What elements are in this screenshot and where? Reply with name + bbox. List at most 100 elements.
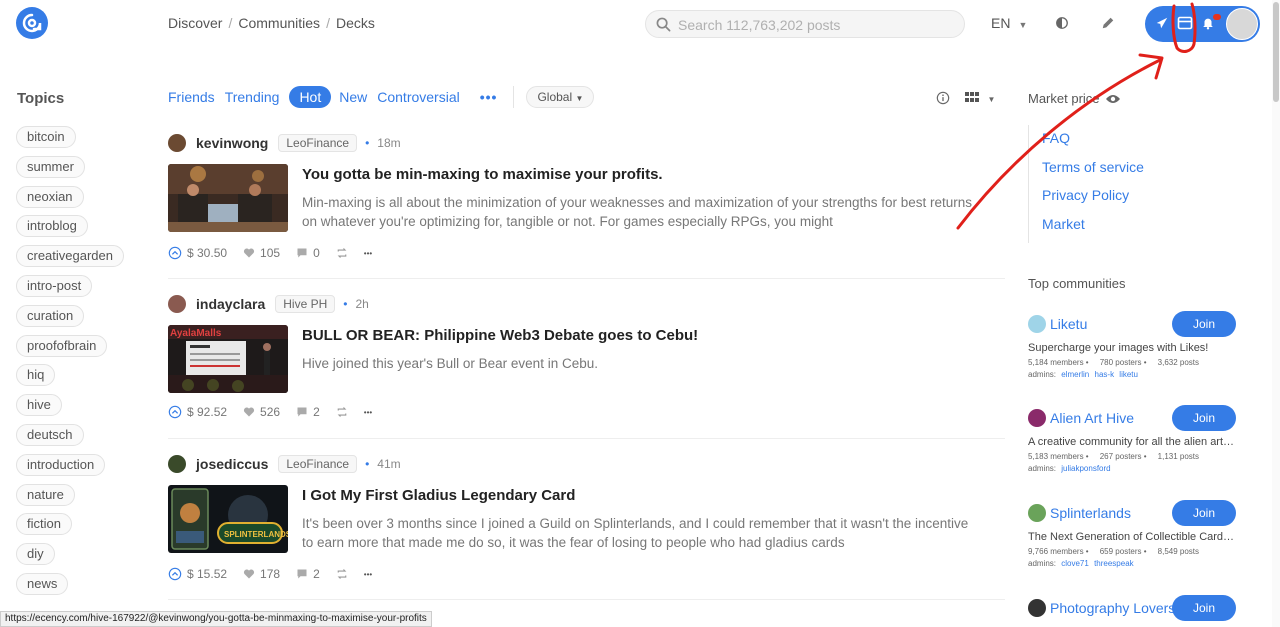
- upvote-button[interactable]: $ 30.50: [168, 246, 227, 260]
- topic-tag[interactable]: fiction: [16, 513, 72, 536]
- votes-count: 105: [260, 246, 281, 260]
- post-summary[interactable]: It's been over 3 months since I joined a…: [302, 514, 982, 552]
- votes-button[interactable]: 178: [243, 567, 280, 581]
- payout-value[interactable]: $ 30.50: [187, 246, 227, 260]
- join-button[interactable]: Join: [1172, 405, 1236, 431]
- admin-link[interactable]: threespeak: [1094, 559, 1134, 568]
- community-stats: 5,184 members • 780 posters • 3,632 post…: [1028, 358, 1200, 367]
- votes-button[interactable]: 105: [243, 246, 280, 260]
- avatar[interactable]: [1226, 8, 1258, 40]
- tab-new[interactable]: New: [339, 87, 367, 107]
- topic-tag[interactable]: proofofbrain: [16, 334, 108, 357]
- tab-controversial[interactable]: Controversial: [377, 87, 459, 107]
- author-name[interactable]: josediccus: [196, 456, 268, 472]
- author-name[interactable]: indayclara: [196, 296, 265, 312]
- post-card[interactable]: indayclara Hive PH • 2h AyalaMalls BULL …: [168, 295, 1005, 439]
- author-name[interactable]: kevinwong: [196, 135, 268, 151]
- post-card[interactable]: josediccus LeoFinance • 41m SPLINTERLAND…: [168, 455, 1005, 600]
- community-badge[interactable]: LeoFinance: [278, 455, 358, 473]
- community-name[interactable]: Splinterlands: [1050, 505, 1131, 521]
- votes-button[interactable]: 526: [243, 405, 280, 419]
- user-menu[interactable]: [1145, 6, 1260, 42]
- topic-tag[interactable]: deutsch: [16, 423, 84, 446]
- tab-hot[interactable]: Hot: [289, 86, 332, 108]
- heart-icon: [243, 569, 255, 579]
- global-filter-dropdown[interactable]: Global ▼: [526, 86, 595, 108]
- reblog-button[interactable]: [336, 568, 348, 580]
- tab-trending[interactable]: Trending: [225, 87, 280, 107]
- admin-link[interactable]: has-k: [1095, 370, 1115, 379]
- post-card[interactable]: kevinwong LeoFinance • 18m You gotta be …: [168, 134, 1005, 279]
- join-button[interactable]: Join: [1172, 311, 1236, 337]
- post-title[interactable]: BULL OR BEAR: Philippine Web3 Debate goe…: [302, 327, 698, 344]
- community-icon: [1028, 315, 1046, 333]
- topic-tag[interactable]: news: [16, 572, 69, 595]
- comments-button[interactable]: 2: [296, 405, 320, 419]
- post-more-button[interactable]: •••: [364, 408, 372, 417]
- community-name[interactable]: Photography Lovers: [1050, 600, 1175, 616]
- theme-toggle-icon[interactable]: [1055, 16, 1069, 30]
- reblog-button[interactable]: [336, 247, 348, 259]
- reblog-button[interactable]: [336, 406, 348, 418]
- post-more-button[interactable]: •••: [364, 249, 372, 258]
- upvote-button[interactable]: $ 15.52: [168, 567, 227, 581]
- admin-link[interactable]: clove71: [1061, 559, 1089, 568]
- topic-tag[interactable]: curation: [16, 304, 85, 327]
- scrollbar-thumb[interactable]: [1273, 2, 1279, 102]
- topic-tag[interactable]: intro-post: [16, 274, 93, 297]
- author-avatar[interactable]: [168, 295, 186, 313]
- status-bar-url: https://ecency.com/hive-167922/@kevinwon…: [0, 611, 432, 627]
- topic-tag[interactable]: hive: [16, 394, 62, 417]
- post-summary[interactable]: Hive joined this year's Bull or Bear eve…: [302, 354, 982, 373]
- pencil-icon[interactable]: [1101, 16, 1115, 30]
- payout-value[interactable]: $ 92.52: [187, 405, 227, 419]
- language-selector[interactable]: EN ▼: [991, 15, 1027, 31]
- topic-tag[interactable]: creativegarden: [16, 245, 124, 268]
- post-title[interactable]: You gotta be min-maxing to maximise your…: [302, 166, 663, 183]
- community-badge[interactable]: Hive PH: [275, 295, 336, 313]
- thumbnail-image: SPLINTERLANDS: [168, 485, 288, 553]
- topic-tag[interactable]: hiq: [16, 364, 56, 387]
- author-avatar[interactable]: [168, 134, 186, 152]
- feed-tabs: Friends Trending Hot New Controversial •…: [168, 86, 595, 108]
- rocket-icon[interactable]: [1155, 16, 1169, 30]
- author-avatar[interactable]: [168, 455, 186, 473]
- search-input[interactable]: [678, 15, 948, 35]
- post-summary[interactable]: Min-maxing is all about the minimization…: [302, 193, 982, 231]
- topic-tag[interactable]: summer: [16, 155, 85, 178]
- ecency-logo[interactable]: [16, 7, 48, 39]
- topic-tag[interactable]: nature: [16, 483, 75, 506]
- breadcrumb-communities[interactable]: Communities: [238, 15, 320, 31]
- comments-button[interactable]: 0: [296, 246, 320, 260]
- admins-label: admins:: [1028, 370, 1057, 379]
- post-title[interactable]: I Got My First Gladius Legendary Card: [302, 487, 575, 504]
- top-communities-title: Top communities: [1028, 276, 1126, 291]
- admin-link[interactable]: liketu: [1119, 370, 1138, 379]
- topic-tag[interactable]: bitcoin: [16, 126, 76, 148]
- breadcrumb-discover[interactable]: Discover: [168, 15, 222, 31]
- upvote-button[interactable]: $ 92.52: [168, 405, 227, 419]
- tab-friends[interactable]: Friends: [168, 87, 215, 107]
- join-button[interactable]: Join: [1172, 500, 1236, 526]
- more-tabs-button[interactable]: •••: [480, 89, 498, 105]
- payout-value[interactable]: $ 15.52: [187, 567, 227, 581]
- join-button[interactable]: Join: [1172, 595, 1236, 621]
- community-name[interactable]: Alien Art Hive: [1050, 410, 1134, 426]
- post-thumbnail[interactable]: AyalaMalls: [168, 325, 288, 393]
- topic-tag[interactable]: diy: [16, 543, 55, 566]
- search-box[interactable]: [645, 10, 965, 38]
- page-scrollbar[interactable]: [1272, 0, 1280, 627]
- info-icon[interactable]: [936, 91, 950, 105]
- post-thumbnail[interactable]: SPLINTERLANDS: [168, 485, 288, 553]
- comments-button[interactable]: 2: [296, 567, 320, 581]
- post-more-button[interactable]: •••: [364, 570, 372, 579]
- admin-link[interactable]: juliakponsford: [1061, 464, 1110, 473]
- topic-tag[interactable]: introduction: [16, 453, 106, 476]
- post-thumbnail[interactable]: [168, 164, 288, 232]
- community-name[interactable]: Liketu: [1050, 316, 1087, 332]
- topic-tag[interactable]: neoxian: [16, 185, 84, 208]
- admin-link[interactable]: elmerlin: [1061, 370, 1089, 379]
- community-badge[interactable]: LeoFinance: [278, 134, 358, 152]
- breadcrumb-decks[interactable]: Decks: [336, 15, 375, 31]
- topic-tag[interactable]: introblog: [16, 215, 88, 238]
